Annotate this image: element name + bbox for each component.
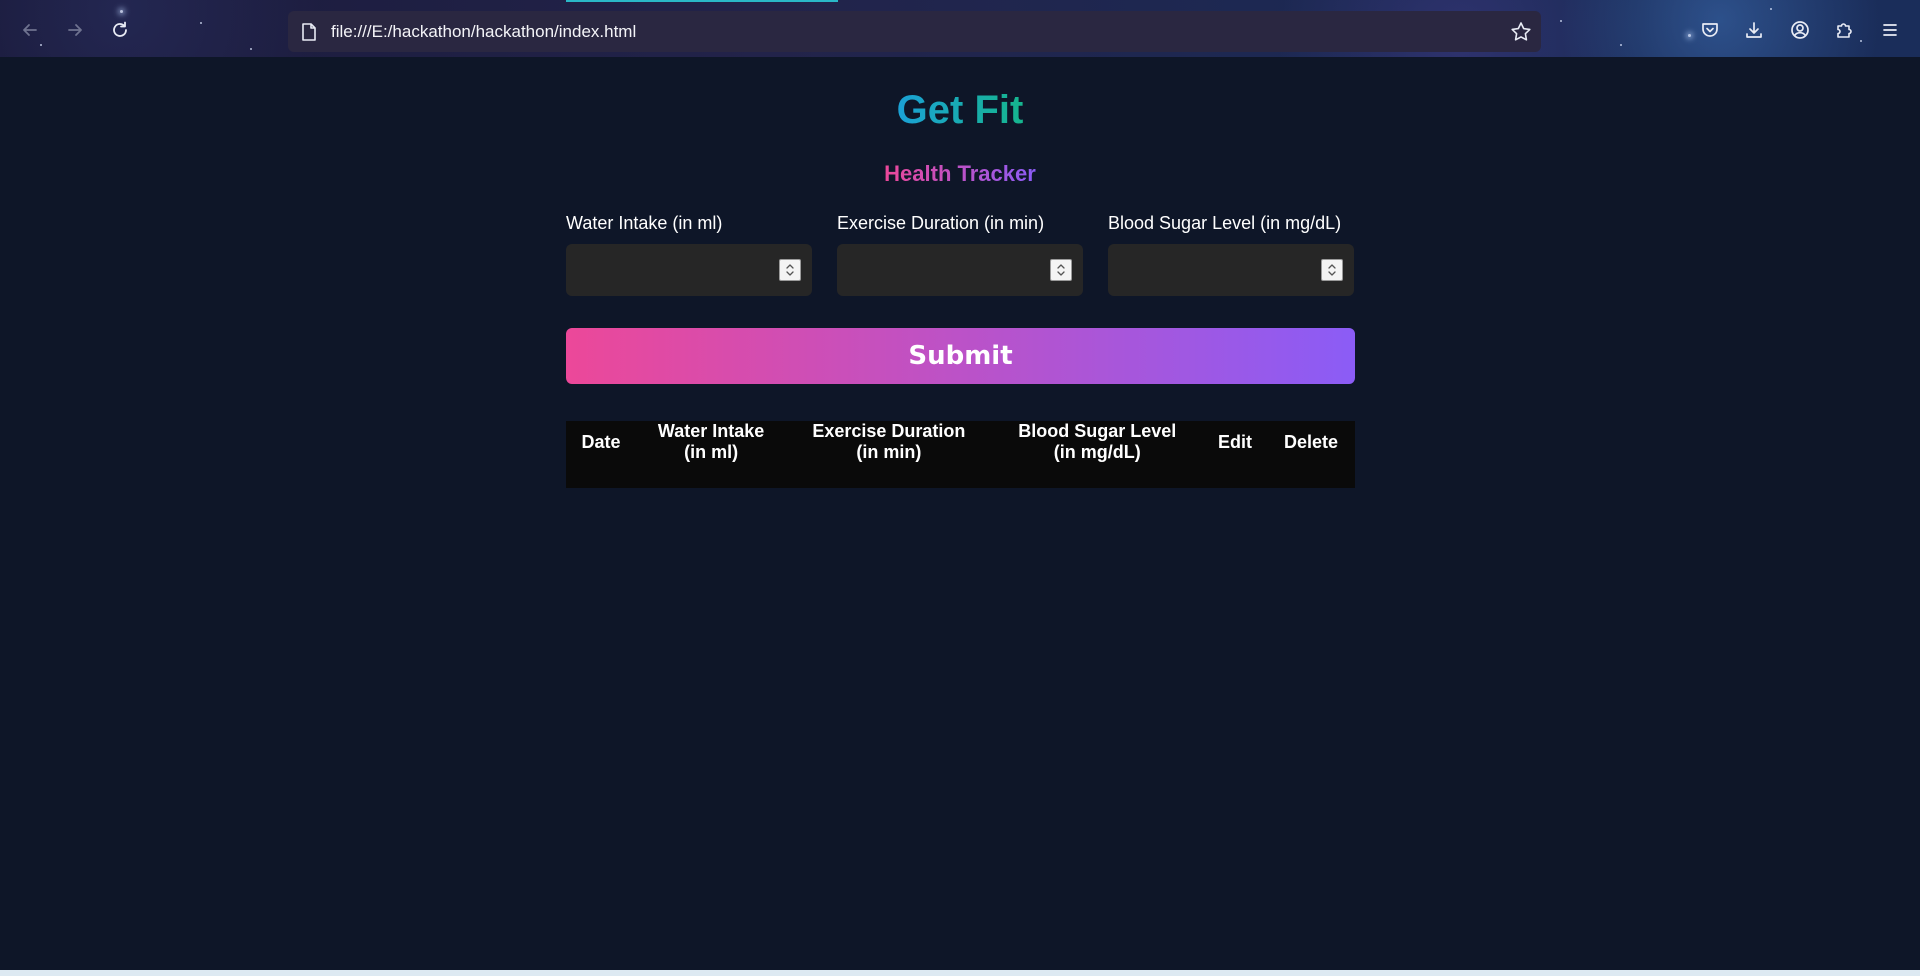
exercise-duration-label: Exercise Duration (in min) xyxy=(837,213,1045,233)
star-decoration xyxy=(200,22,202,24)
column-header-unit: (in ml) xyxy=(684,442,739,462)
column-header-date: Date xyxy=(566,421,636,463)
star-decoration xyxy=(120,10,123,13)
water-intake-field: Water Intake (in ml) xyxy=(566,212,812,296)
star-decoration xyxy=(1560,20,1562,22)
column-header-text: Exercise Duration xyxy=(812,421,966,441)
blood-sugar-label: Blood Sugar Level (in mg/dL) xyxy=(1108,213,1342,233)
active-tab-indicator xyxy=(566,0,838,2)
forward-button[interactable] xyxy=(59,14,91,46)
exercise-duration-field: Exercise Duration (in min) xyxy=(837,212,1083,296)
menu-icon xyxy=(1883,24,1897,36)
star-decoration xyxy=(1620,44,1622,46)
water-intake-label: Water Intake (in ml) xyxy=(566,213,723,233)
star-decoration xyxy=(1770,8,1772,10)
column-header-text: Edit xyxy=(1218,431,1252,452)
page-title: Get Fit xyxy=(0,88,1920,133)
page-icon xyxy=(302,23,316,41)
page-title-text: Get Fit xyxy=(896,88,1024,132)
account-icon xyxy=(1791,21,1809,39)
column-header-unit: (in min) xyxy=(856,442,922,462)
bottom-edge-strip xyxy=(0,970,1920,976)
column-header-text: Delete xyxy=(1284,431,1339,452)
water-intake-stepper[interactable] xyxy=(779,259,801,281)
table-body xyxy=(566,463,1355,488)
stepper-arrows-icon xyxy=(1328,264,1336,276)
health-records-table: Date Water Intake (in ml) Exercise Durati… xyxy=(566,421,1355,488)
column-header-edit: Edit xyxy=(1203,421,1267,463)
blood-sugar-input[interactable] xyxy=(1108,244,1354,296)
water-intake-input[interactable] xyxy=(566,244,812,296)
page-subtitle: Health Tracker xyxy=(0,161,1920,187)
column-header-exercise-duration: Exercise Duration (in min) xyxy=(786,421,991,463)
star-decoration xyxy=(1688,34,1691,37)
pocket-icon xyxy=(1702,23,1718,37)
exercise-duration-input[interactable] xyxy=(837,244,1083,296)
reload-icon xyxy=(113,21,127,37)
table-header-row: Date Water Intake (in ml) Exercise Durati… xyxy=(566,421,1355,463)
blood-sugar-input-box xyxy=(1108,244,1354,296)
page-subtitle-text: Health Tracker xyxy=(884,161,1036,186)
column-header-water-intake: Water Intake (in ml) xyxy=(636,421,786,463)
column-header-text: Water Intake xyxy=(657,421,765,441)
exercise-duration-input-box xyxy=(837,244,1083,296)
column-header-blood-sugar: Blood Sugar Level (in mg/dL) xyxy=(992,421,1203,463)
column-header-text: Date xyxy=(581,431,621,452)
submit-button[interactable]: Submit xyxy=(566,328,1355,384)
downloads-button[interactable] xyxy=(1738,14,1770,46)
column-header-text: Blood Sugar Level xyxy=(1018,421,1177,441)
arrow-right-icon xyxy=(68,24,82,36)
star-icon[interactable] xyxy=(1509,20,1533,44)
blood-sugar-field: Blood Sugar Level (in mg/dL) xyxy=(1108,212,1354,296)
back-button[interactable] xyxy=(14,14,46,46)
exercise-duration-stepper[interactable] xyxy=(1050,259,1072,281)
water-intake-input-box xyxy=(566,244,812,296)
star-decoration xyxy=(1860,40,1862,42)
menu-button[interactable] xyxy=(1874,14,1906,46)
download-icon xyxy=(1746,22,1762,38)
column-header-delete: Delete xyxy=(1267,421,1355,463)
account-button[interactable] xyxy=(1784,14,1816,46)
reload-button[interactable] xyxy=(104,14,136,46)
address-bar[interactable]: file:///E:/hackathon/hackathon/index.htm… xyxy=(288,11,1541,52)
blood-sugar-stepper[interactable] xyxy=(1321,259,1343,281)
browser-toolbar: file:///E:/hackathon/hackathon/index.htm… xyxy=(0,0,1920,57)
arrow-left-icon xyxy=(23,24,37,36)
stepper-arrows-icon xyxy=(1057,264,1065,276)
url-text[interactable]: file:///E:/hackathon/hackathon/index.htm… xyxy=(331,22,636,42)
star-decoration xyxy=(250,48,252,50)
pocket-button[interactable] xyxy=(1694,14,1726,46)
stepper-arrows-icon xyxy=(786,264,794,276)
extensions-button[interactable] xyxy=(1828,14,1860,46)
column-header-unit: (in mg/dL) xyxy=(1053,442,1141,462)
extensions-icon xyxy=(1837,23,1852,38)
